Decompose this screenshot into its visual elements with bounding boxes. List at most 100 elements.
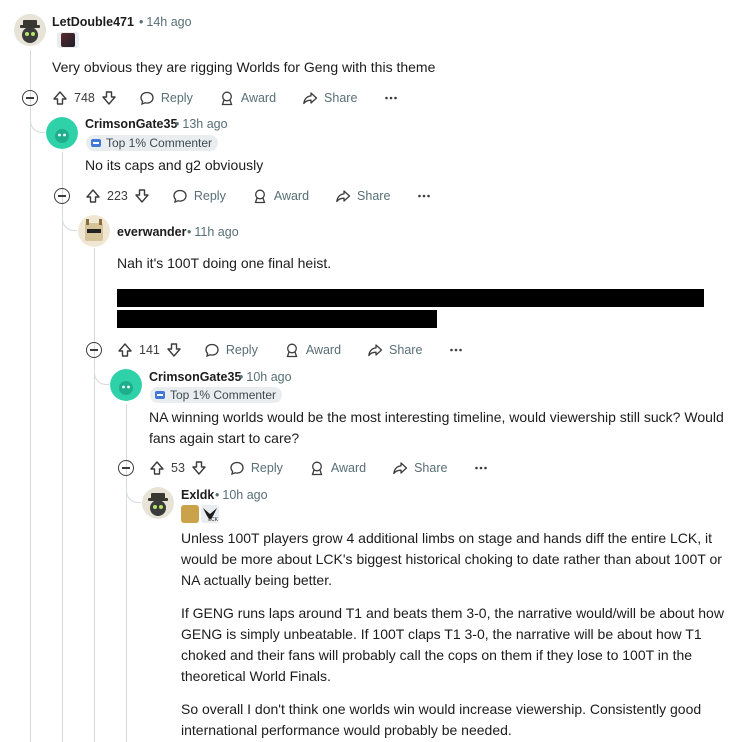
downvote-icon[interactable] — [166, 342, 182, 358]
reply-button[interactable]: Reply — [139, 90, 193, 106]
comment-time[interactable]: 11h ago — [194, 225, 238, 239]
reply-button[interactable]: Reply — [172, 188, 226, 204]
upvote-icon[interactable] — [149, 460, 165, 476]
separator-dot: • — [139, 15, 144, 29]
collapse-button[interactable] — [54, 188, 70, 204]
award-button[interactable]: Award — [252, 188, 309, 204]
separator-dot: • — [215, 488, 220, 502]
league-flair-icon: LCK — [201, 505, 219, 523]
avatar[interactable] — [46, 117, 78, 149]
more-options-button[interactable] — [416, 188, 432, 204]
vote-count: 223 — [107, 189, 128, 203]
upvote-icon[interactable] — [52, 90, 68, 106]
more-options-button[interactable] — [448, 342, 464, 358]
share-button[interactable]: Share — [367, 342, 422, 358]
share-button[interactable]: Share — [302, 90, 357, 106]
comment-meta: • 10h ago — [212, 488, 268, 502]
award-icon — [221, 91, 233, 106]
comment-body: Nah it's 100T doing one final heist. — [117, 255, 332, 271]
reply-label: Reply — [250, 461, 283, 475]
share-icon — [303, 92, 318, 105]
downvote-icon[interactable] — [191, 460, 207, 476]
more-options-button[interactable] — [383, 90, 399, 106]
avatar[interactable] — [78, 215, 110, 247]
share-label: Share — [324, 91, 358, 105]
reply-label: Reply — [160, 91, 193, 105]
thread-line-4 — [126, 404, 127, 742]
award-button[interactable]: Award — [219, 90, 276, 106]
comment-paragraph: Unless 100T players grow 4 additional li… — [181, 530, 722, 588]
top-commenter-badge: Top 1% Commenter — [86, 135, 219, 151]
comment-time[interactable]: 13h ago — [182, 117, 227, 131]
avatar[interactable] — [110, 369, 142, 401]
award-button[interactable]: Award — [309, 460, 366, 476]
reply-button[interactable]: Reply — [229, 460, 283, 476]
upvote-icon[interactable] — [117, 342, 133, 358]
thread-line-3 — [94, 248, 95, 742]
comment-body: NA winning worlds would be the most inte… — [149, 409, 724, 446]
comment-time[interactable]: 10h ago — [222, 488, 267, 502]
comment-meta: • 13h ago — [172, 117, 228, 131]
share-icon — [393, 462, 408, 475]
more-icon — [418, 194, 431, 198]
vote-group: 223 — [85, 188, 150, 204]
comment-actions: 53 Reply Award Share — [149, 456, 515, 480]
collapse-button[interactable] — [118, 460, 134, 476]
share-button[interactable]: Share — [335, 188, 390, 204]
vote-group: 141 — [117, 342, 182, 358]
collapse-button[interactable] — [86, 342, 102, 358]
more-icon — [475, 466, 488, 470]
collapse-button[interactable] — [22, 90, 38, 106]
reply-label: Reply — [193, 189, 226, 203]
reply-icon — [230, 461, 244, 476]
comment-actions: 748 Reply Award Share — [52, 86, 425, 110]
comment-username[interactable]: CrimsonGate35 — [149, 370, 241, 384]
more-icon — [450, 348, 463, 352]
comment-username[interactable]: CrimsonGate35 — [85, 117, 177, 131]
badge-label: Top 1% Commenter — [170, 388, 277, 402]
vote-group: 53 — [149, 460, 207, 476]
share-button[interactable]: Share — [392, 460, 447, 476]
redacted-text-bar — [117, 289, 704, 307]
separator-dot: • — [239, 370, 244, 384]
award-label: Award — [273, 189, 310, 203]
reply-button[interactable]: Reply — [204, 342, 258, 358]
comment-time[interactable]: 10h ago — [246, 370, 291, 384]
comment-username[interactable]: Exldk — [181, 488, 214, 502]
downvote-icon[interactable] — [134, 188, 150, 204]
share-label: Share — [414, 461, 448, 475]
upvote-icon[interactable] — [85, 188, 101, 204]
comment-time[interactable]: 14h ago — [146, 15, 191, 29]
comment-body: Very obvious they are rigging Worlds for… — [52, 59, 436, 75]
award-label: Award — [240, 91, 277, 105]
award-label: Award — [305, 343, 342, 357]
share-label: Share — [389, 343, 423, 357]
award-icon — [286, 343, 298, 358]
user-flair-image — [57, 32, 79, 48]
more-options-button[interactable] — [473, 460, 489, 476]
separator-dot: • — [175, 117, 180, 131]
avatar[interactable] — [14, 14, 46, 46]
thread-line-1 — [30, 50, 31, 742]
comment-username[interactable]: LetDouble471 — [52, 15, 134, 29]
reply-icon — [173, 189, 187, 204]
vote-count: 748 — [74, 91, 95, 105]
share-icon — [368, 344, 383, 357]
comment-paragraph: If GENG runs laps around T1 and beats th… — [181, 605, 724, 684]
award-label: Award — [330, 461, 367, 475]
user-flair-icons: LCK — [181, 505, 219, 523]
comment-paragraph: So overall I don't think one worlds win … — [181, 701, 702, 738]
reply-label: Reply — [225, 343, 258, 357]
avatar[interactable] — [142, 487, 174, 519]
comment-username[interactable]: everwander — [117, 225, 186, 239]
comment-meta: • 10h ago — [236, 370, 292, 384]
badge-icon — [91, 139, 101, 147]
share-label: Share — [357, 189, 391, 203]
comment-body: No its caps and g2 obviously — [85, 157, 264, 173]
comment-actions: 141 Reply Award Share — [117, 338, 490, 362]
award-button[interactable]: Award — [284, 342, 341, 358]
downvote-icon[interactable] — [101, 90, 117, 106]
badge-label: Top 1% Commenter — [106, 136, 213, 150]
comment-actions: 223 Reply Award Share — [85, 184, 458, 208]
award-icon — [311, 461, 323, 476]
